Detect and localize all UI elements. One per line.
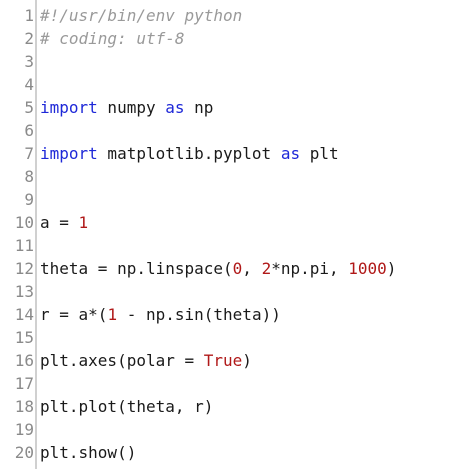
code-editor[interactable]: 123456789101112131415161718192021 #!/usr… <box>0 0 465 469</box>
code-token-comment: # coding: utf-8 <box>40 29 185 48</box>
line-number: 17 <box>14 374 34 393</box>
line-number: 13 <box>14 282 34 301</box>
code-line[interactable]: import numpy as np <box>40 96 213 119</box>
code-token-plain: ) <box>242 351 252 370</box>
code-line[interactable]: import matplotlib.pyplot as plt <box>40 142 339 165</box>
line-number: 5 <box>24 98 34 117</box>
line-number: 8 <box>24 167 34 186</box>
code-token-number: 1000 <box>348 259 387 278</box>
code-token-plain: matplotlib.pyplot <box>97 144 281 163</box>
code-token-comment: #!/usr/bin/env python <box>40 6 243 25</box>
code-token-number: 1 <box>78 213 89 232</box>
line-number: 11 <box>14 236 34 255</box>
line-number: 14 <box>14 305 34 324</box>
code-token-keyword: as <box>280 144 301 163</box>
code-token-plain: plt <box>300 144 339 163</box>
code-token-plain: np <box>184 98 214 117</box>
code-token-keyword: import <box>40 144 98 163</box>
gutter-divider <box>35 0 37 469</box>
line-number: 16 <box>14 351 34 370</box>
line-number: 10 <box>14 213 34 232</box>
line-number: 3 <box>24 52 34 71</box>
code-token-plain: theta = np.linspace( <box>40 259 233 278</box>
code-token-plain: ) <box>386 259 397 278</box>
line-number: 9 <box>24 190 34 209</box>
code-line[interactable]: #!/usr/bin/env python <box>40 4 242 27</box>
line-number: 15 <box>14 328 34 347</box>
code-token-const: True <box>203 351 243 370</box>
line-number-gutter: 123456789101112131415161718192021 <box>0 0 36 469</box>
line-number: 7 <box>24 144 34 163</box>
code-token-plain: *np.pi, <box>271 259 349 278</box>
code-token-keyword: as <box>165 98 185 117</box>
code-token-plain: - np.sin(theta)) <box>117 305 281 324</box>
code-line[interactable]: plt.show() <box>40 441 136 464</box>
code-token-plain: plt.axes(polar = <box>40 351 204 370</box>
code-line[interactable]: theta = np.linspace(0, 2*np.pi, 1000) <box>40 257 396 280</box>
line-number: 4 <box>24 75 34 94</box>
code-line[interactable]: plt.plot(theta, r) <box>40 395 213 418</box>
code-token-number: 2 <box>261 259 272 278</box>
code-token-keyword: import <box>40 98 98 117</box>
code-line[interactable]: # coding: utf-8 <box>40 27 185 50</box>
code-token-plain: a = <box>40 213 79 232</box>
code-token-number: 1 <box>107 305 118 324</box>
line-number: 2 <box>24 29 34 48</box>
code-token-plain: plt.show() <box>40 443 137 462</box>
code-token-plain: r = a*( <box>40 305 108 324</box>
code-token-number: 0 <box>232 259 243 278</box>
line-number: 18 <box>14 397 34 416</box>
code-token-plain: numpy <box>97 98 166 117</box>
line-number: 12 <box>14 259 34 278</box>
line-number: 19 <box>14 420 34 439</box>
line-number: 1 <box>24 6 34 25</box>
code-token-plain: , <box>242 259 262 278</box>
line-number: 21 <box>0 464 34 469</box>
code-line[interactable]: r = a*(1 - np.sin(theta)) <box>40 303 281 326</box>
code-token-plain: plt.plot(theta, r) <box>40 397 214 416</box>
line-number: 20 <box>14 443 34 462</box>
code-line[interactable]: a = 1 <box>40 211 88 234</box>
code-line[interactable]: plt.axes(polar = True) <box>40 349 252 372</box>
line-number: 6 <box>24 121 34 140</box>
